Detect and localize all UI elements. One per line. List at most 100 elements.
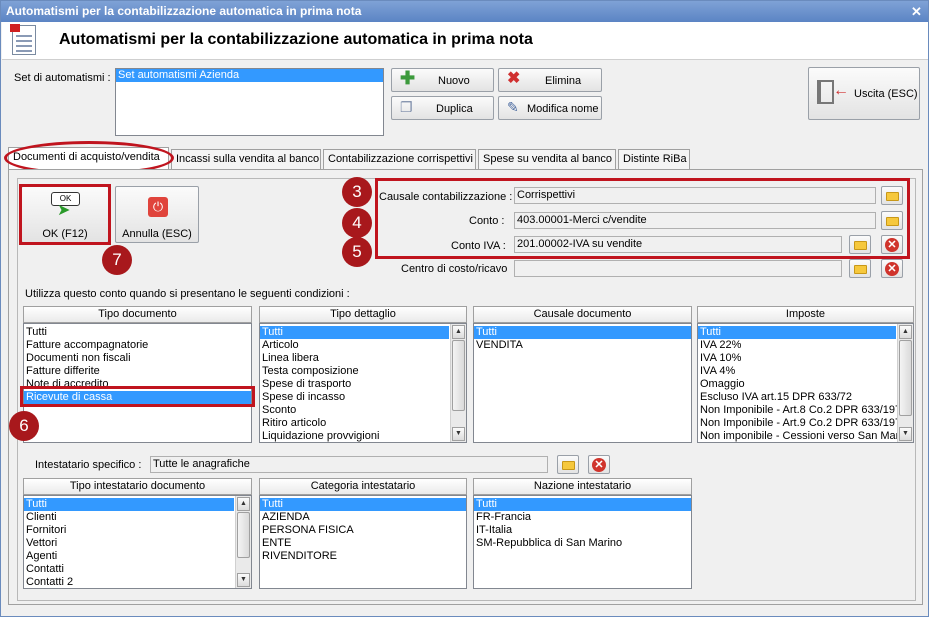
clear-icon: ✕ — [885, 262, 899, 276]
scroll-down-icon[interactable]: ▼ — [237, 573, 250, 587]
list-item[interactable]: Spese di trasporto — [260, 378, 466, 391]
intestatario-clear-button[interactable]: ✕ — [588, 455, 610, 474]
list-item[interactable]: SM-Repubblica di San Marino — [474, 537, 691, 550]
list-item[interactable]: Tutti — [260, 498, 466, 511]
list-item[interactable]: RIVENDITORE — [260, 550, 466, 563]
scroll-up-icon[interactable]: ▲ — [899, 325, 912, 339]
list-item[interactable]: IVA 4% — [698, 365, 913, 378]
intestatario-field[interactable]: Tutte le anagrafiche — [150, 456, 548, 473]
modifica-nome-button[interactable]: ✎ Modifica nome — [498, 96, 602, 120]
list-item[interactable]: Agenti — [24, 550, 251, 563]
centro-clear-button[interactable]: ✕ — [881, 259, 903, 278]
list-item[interactable]: Linea libera — [260, 352, 466, 365]
list-item[interactable]: Ritiro articolo — [260, 417, 466, 430]
set-label: Set di automatismi : — [14, 72, 111, 84]
list-item[interactable]: Omaggio — [698, 378, 913, 391]
uscita-label: Uscita (ESC) — [854, 88, 918, 100]
list-item[interactable]: Contatti — [24, 563, 251, 576]
list-item[interactable]: Vettori — [24, 537, 251, 550]
list-item[interactable]: Fornitori — [24, 524, 251, 537]
list-item[interactable]: Liquidazione provvigioni — [260, 430, 466, 442]
imposte-header: Imposte — [697, 306, 914, 323]
list-item[interactable]: Non Imponibile - Art.8 Co.2 DPR 633/197 — [698, 404, 913, 417]
list-item[interactable]: Clienti — [24, 511, 251, 524]
page-header: Automatismi per la contabilizzazione aut… — [2, 22, 928, 60]
list-item[interactable]: FR-Francia — [474, 511, 691, 524]
tipo-documento-list[interactable]: Tutti Fatture accompagnatorie Documenti … — [23, 323, 252, 443]
scrollbar[interactable]: ▲ ▼ — [450, 324, 466, 442]
nazione-header: Nazione intestatario — [473, 478, 692, 495]
uscita-button[interactable]: ← Uscita (ESC) — [808, 67, 920, 120]
list-item[interactable]: Set automatismi Azienda — [116, 69, 383, 82]
causale-documento-header: Causale documento — [473, 306, 692, 323]
nuovo-button[interactable]: ✚ Nuovo — [391, 68, 494, 92]
scroll-thumb[interactable] — [899, 340, 912, 416]
list-item[interactable]: Tutti — [260, 326, 449, 339]
categoria-list[interactable]: Tutti AZIENDA PERSONA FISICA ENTE RIVEND… — [259, 495, 467, 589]
scroll-down-icon[interactable]: ▼ — [899, 427, 912, 441]
list-item[interactable]: Tutti — [24, 498, 234, 511]
scrollbar[interactable]: ▲ ▼ — [897, 324, 913, 442]
scroll-up-icon[interactable]: ▲ — [452, 325, 465, 339]
list-item[interactable]: Contatti 2 — [24, 576, 251, 588]
list-item[interactable]: IT-Italia — [474, 524, 691, 537]
intestatario-label: Intestatario specifico : — [35, 459, 142, 471]
centro-label: Centro di costo/ricavo — [401, 263, 508, 275]
list-item[interactable]: Non imponibile - Cessioni verso San Mari… — [698, 430, 913, 442]
scroll-thumb[interactable] — [452, 340, 465, 411]
copy-icon: ❐ — [400, 99, 413, 115]
tipo-intestatario-list[interactable]: Tutti Clienti Fornitori Vettori Agenti C… — [23, 495, 252, 589]
list-item[interactable]: Fatture accompagnatorie — [24, 339, 251, 352]
scroll-up-icon[interactable]: ▲ — [237, 497, 250, 511]
clear-icon: ✕ — [592, 458, 606, 472]
list-item[interactable]: PERSONA FISICA — [260, 524, 466, 537]
set-listbox[interactable]: Set automatismi Azienda — [115, 68, 384, 136]
annulla-button[interactable]: ⏻ Annulla (ESC) — [115, 186, 199, 243]
duplica-label: Duplica — [436, 103, 473, 115]
tab-incassi[interactable]: Incassi sulla vendita al banco — [171, 149, 321, 169]
list-item[interactable]: Non Imponibile - Art.9 Co.2 DPR 633/197 — [698, 417, 913, 430]
annotation-badge: 3 — [342, 177, 372, 207]
list-item[interactable]: VENDITA — [474, 339, 691, 352]
elimina-label: Elimina — [545, 75, 582, 87]
scroll-down-icon[interactable]: ▼ — [452, 427, 465, 441]
list-item[interactable]: AZIENDA — [260, 511, 466, 524]
list-item[interactable]: Sconto — [260, 404, 466, 417]
list-item[interactable]: IVA 10% — [698, 352, 913, 365]
causale-documento-list[interactable]: Tutti VENDITA — [473, 323, 692, 443]
list-item[interactable]: Tutti — [698, 326, 896, 339]
intestatario-browse-button[interactable] — [557, 455, 579, 474]
tab-spese[interactable]: Spese su vendita al banco — [478, 149, 616, 169]
annotation-badge: 7 — [102, 245, 132, 275]
annulla-label: Annulla (ESC) — [122, 228, 192, 240]
list-item[interactable]: Tutti — [24, 326, 251, 339]
imposte-list[interactable]: Tutti IVA 22% IVA 10% IVA 4% Omaggio Esc… — [697, 323, 914, 443]
close-icon[interactable]: ✕ — [910, 5, 923, 18]
tab-distinte-riba[interactable]: Distinte RiBa — [618, 149, 690, 169]
list-item[interactable]: Tutti — [474, 326, 691, 339]
nazione-list[interactable]: Tutti FR-Francia IT-Italia SM-Repubblica… — [473, 495, 692, 589]
ok-highlight — [19, 184, 111, 245]
elimina-button[interactable]: ✖ Elimina — [498, 68, 602, 92]
list-item[interactable]: Articolo — [260, 339, 466, 352]
centro-field[interactable] — [514, 260, 842, 277]
list-item[interactable]: ENTE — [260, 537, 466, 550]
list-item[interactable]: Spese di incasso — [260, 391, 466, 404]
modifica-label: Modifica nome — [527, 103, 599, 115]
scroll-thumb[interactable] — [237, 512, 250, 558]
scrollbar[interactable]: ▲ ▼ — [235, 496, 251, 588]
list-item[interactable]: Tutti — [474, 498, 691, 511]
centro-browse-button[interactable] — [849, 259, 871, 278]
list-item[interactable]: Escluso IVA art.15 DPR 633/72 — [698, 391, 913, 404]
list-item[interactable]: Documenti non fiscali — [24, 352, 251, 365]
duplica-button[interactable]: ❐ Duplica — [391, 96, 494, 120]
list-item[interactable]: Fatture differite — [24, 365, 251, 378]
list-item[interactable]: IVA 22% — [698, 339, 913, 352]
tab-corrispettivi[interactable]: Contabilizzazione corrispettivi — [323, 149, 476, 169]
delete-icon: ✖ — [507, 70, 521, 87]
tipo-documento-header: Tipo documento — [23, 306, 252, 323]
list-item[interactable]: Testa composizione — [260, 365, 466, 378]
tipo-dettaglio-list[interactable]: Tutti Articolo Linea libera Testa compos… — [259, 323, 467, 443]
annotation-badge: 5 — [342, 237, 372, 267]
folder-icon — [854, 265, 867, 274]
